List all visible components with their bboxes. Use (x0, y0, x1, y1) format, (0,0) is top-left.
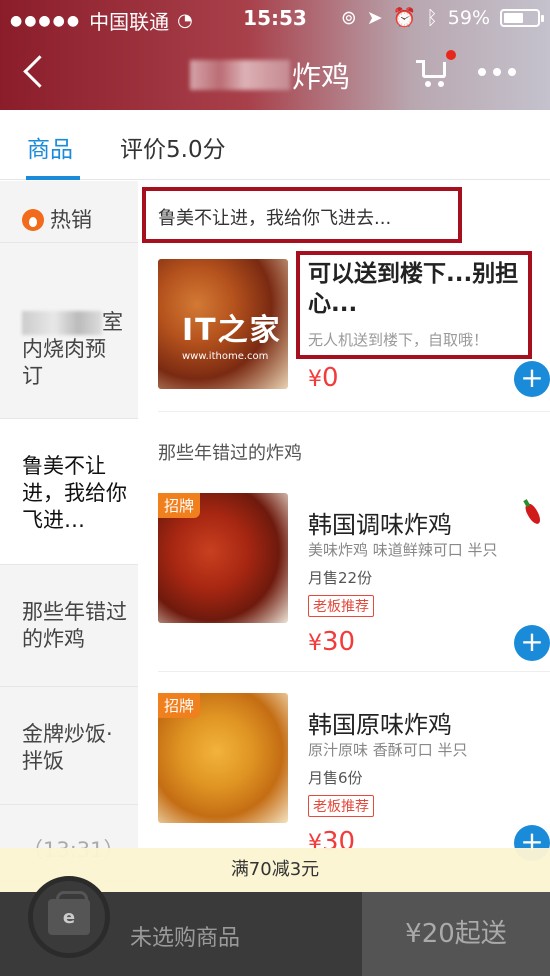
battery-percent: 59% (447, 6, 490, 29)
product-card[interactable]: 招牌 韩国原味炸鸡 原汁原味 香酥可口 半只 月售6份 老板推荐 ¥30 + (158, 693, 550, 861)
alarm-icon: ⏰ (392, 7, 417, 29)
monthly-sales: 月售22份 (308, 569, 373, 587)
category-sidebar: 热销 室内烧肉预订 鲁美不让进，我给你飞进… 那些年错过的炸鸡 金牌炒饭·拌饭 … (0, 181, 138, 881)
signature-badge: 招牌 (158, 693, 201, 718)
chili-icon (523, 501, 543, 527)
cart-icon (422, 62, 446, 78)
back-button[interactable] (18, 50, 58, 94)
eleme-logo-icon: e (62, 907, 76, 928)
watermark-logo: IT之家 www.ithome.com (182, 313, 282, 362)
product-price: ¥0 (308, 363, 339, 393)
product-list: 鲁美不让进，我给你飞进去... IT之家 www.ithome.com 可以送到… (140, 181, 550, 881)
sidebar-item-label: 热销 (50, 207, 92, 232)
product-name: 可以送到楼下...别担心... (308, 261, 519, 317)
product-card[interactable]: 招牌 韩国调味炸鸡 美味炸鸡 味道鲜辣可口 半只 月售22份 老板推荐 ¥30 … (158, 493, 550, 661)
nav-bar: 炸鸡 (0, 36, 550, 110)
divider (158, 411, 550, 412)
product-name: 韩国调味炸鸡 (308, 511, 452, 539)
cart-button[interactable] (416, 50, 456, 88)
product-image: IT之家 www.ithome.com (158, 259, 288, 389)
product-card-drone[interactable]: IT之家 www.ithome.com 可以送到楼下...别担心... 无人机送… (158, 251, 550, 399)
owner-recommend-tag: 老板推荐 (308, 595, 374, 617)
section-title-drone: 鲁美不让进，我给你飞进去... (158, 208, 392, 229)
product-desc: 原汁原味 香酥可口 半只 (308, 741, 468, 759)
cart-empty-label: 未选购商品 (130, 926, 241, 951)
active-tab-indicator (26, 176, 80, 180)
tab-reviews[interactable]: 评价5.0分 (120, 130, 226, 164)
add-to-cart-button[interactable]: + (514, 361, 550, 397)
tab-bar: 商品 评价5.0分 (0, 110, 550, 180)
bluetooth-icon: ᛒ (426, 6, 438, 29)
sidebar-item-fried-rice[interactable]: 金牌炒饭·拌饭 (0, 687, 138, 805)
battery-icon (500, 8, 544, 27)
owner-recommend-tag: 老板推荐 (308, 795, 374, 817)
status-bar: ●●●●● 中国联通 ◔ 15:53 ⊚ ➤ ⏰ ᛒ 59% (0, 0, 550, 36)
top-bar: ●●●●● 中国联通 ◔ 15:53 ⊚ ➤ ⏰ ᛒ 59% 炸鸡 (0, 0, 550, 110)
page-title: 炸鸡 (190, 54, 350, 96)
flame-icon (22, 209, 44, 231)
section-title-fried-chicken: 那些年错过的炸鸡 (158, 443, 302, 464)
min-order-button[interactable]: ¥20起送 (362, 892, 550, 976)
rotation-lock-icon: ⊚ (340, 6, 357, 29)
blurred-text (22, 311, 102, 335)
divider (158, 671, 550, 672)
product-desc: 美味炸鸡 味道鲜辣可口 半只 (308, 541, 498, 559)
sidebar-item-hot[interactable]: 热销 (0, 181, 138, 243)
signature-badge: 招牌 (158, 493, 201, 518)
tab-products[interactable]: 商品 (27, 130, 73, 164)
page-title-text: 炸鸡 (292, 60, 351, 94)
product-desc: 无人机送到楼下，自取哦！ (308, 331, 489, 349)
location-icon: ➤ (366, 6, 383, 29)
shopping-bag-button[interactable]: e (28, 876, 110, 958)
product-price: ¥30 (308, 627, 356, 657)
add-to-cart-button[interactable]: + (514, 625, 550, 661)
product-name: 韩国原味炸鸡 (308, 711, 452, 739)
blurred-shop-name (190, 60, 290, 90)
monthly-sales: 月售6份 (308, 769, 363, 787)
cart-notification-dot (446, 50, 456, 60)
sidebar-item-drone-delivery[interactable]: 鲁美不让进，我给你飞进… (0, 419, 138, 565)
more-button[interactable] (478, 68, 516, 76)
sidebar-item-fried-chicken[interactable]: 那些年错过的炸鸡 (0, 565, 138, 687)
sidebar-item-bbq-reservation[interactable]: 室内烧肉预订 (0, 243, 138, 419)
